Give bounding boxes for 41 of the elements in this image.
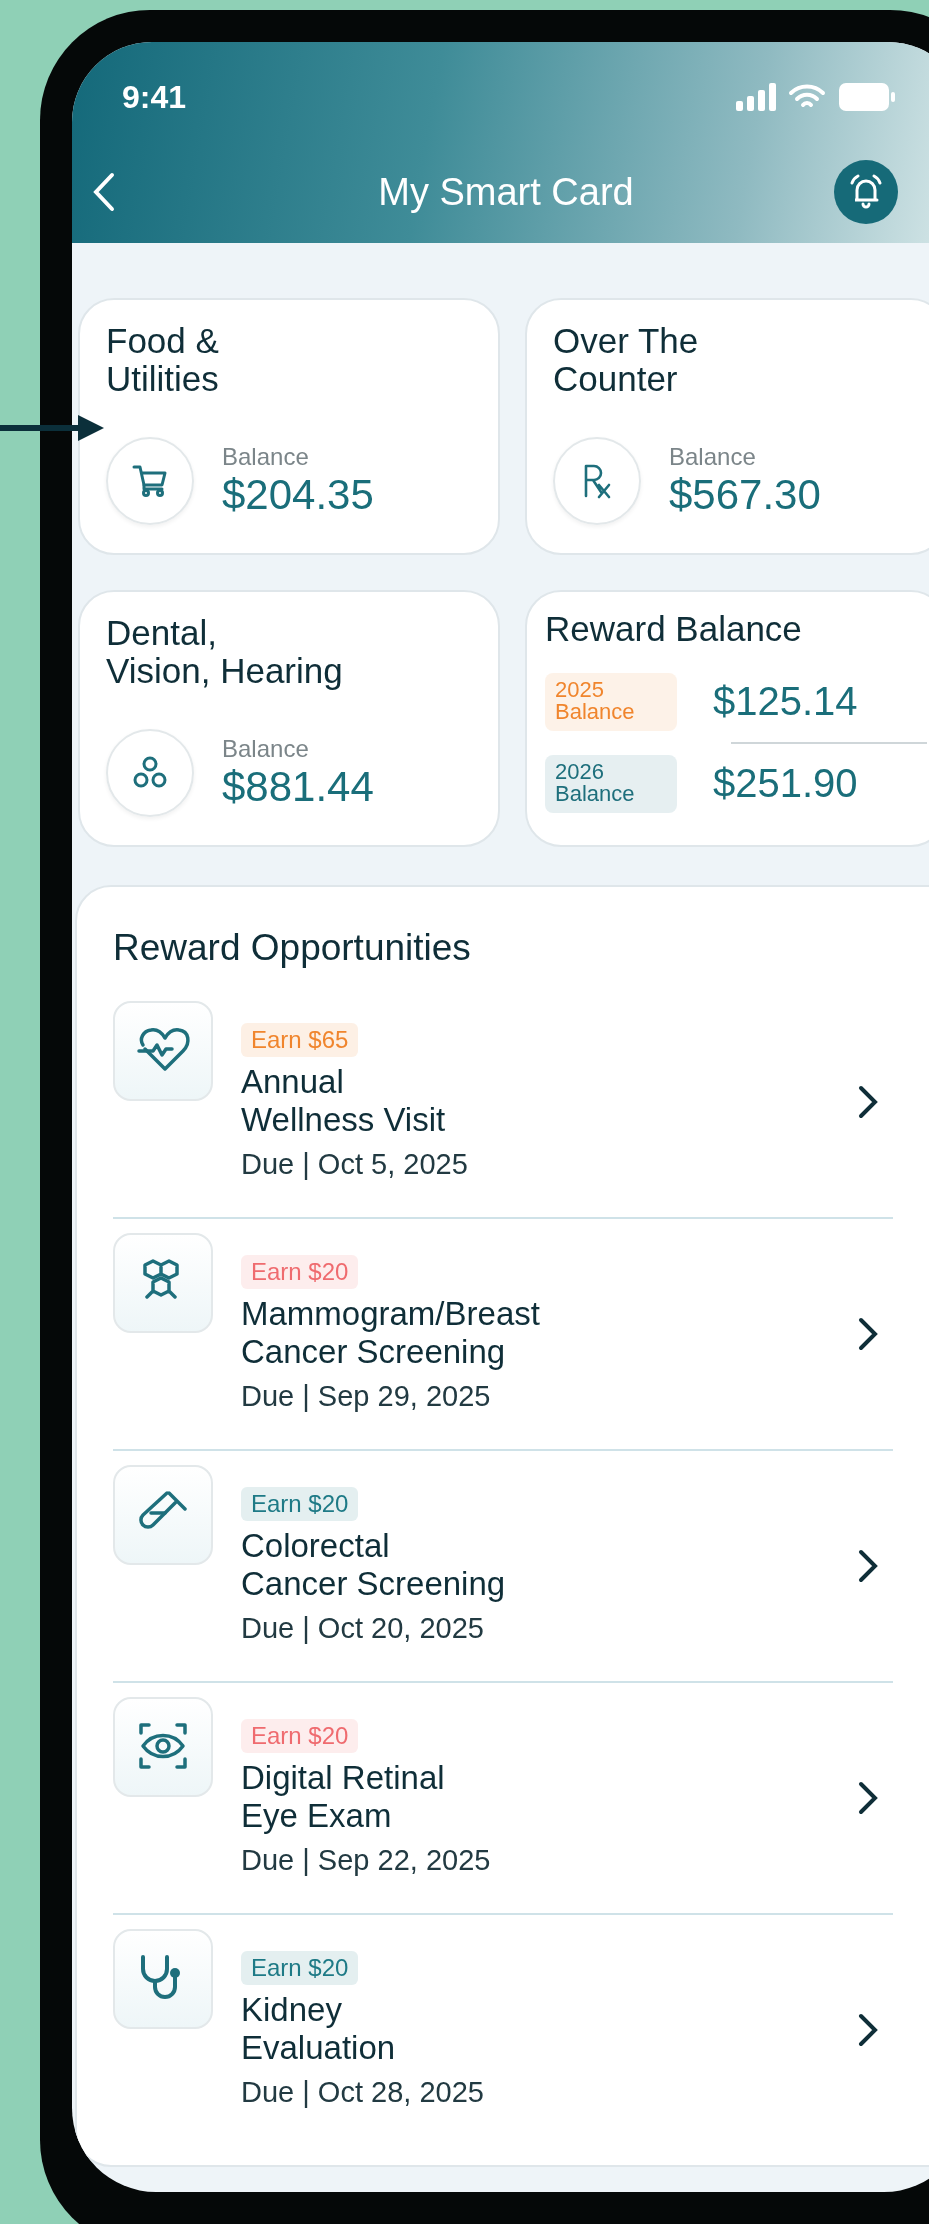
due-date: Due | Oct 20, 2025 [241,1612,484,1646]
due-date: Due | Oct 28, 2025 [241,2076,484,2110]
opportunity-title: Mammogram/Breast Cancer Screening [241,1294,540,1371]
opportunity-row[interactable]: Earn $20 Kidney Evaluation Due | Oct 28, 2025 [113,1915,893,2145]
balance-amount: $204.35 [222,471,374,519]
opportunity-title: Colorectal Cancer Screening [241,1526,506,1603]
earn-badge: Earn $20 [241,1950,359,1985]
reward-amount: $125.14 [713,679,858,725]
opportunity-title: Kidney Evaluation [241,1990,396,2067]
earn-badge: Earn $20 [241,1254,359,1289]
opportunity-row[interactable]: Earn $20 Mammogram/Breast Cancer Screening Due | Sep 29, 2025 [113,1219,893,1451]
opportunity-title: Digital Retinal Eye Exam [241,1758,445,1835]
section-title: Reward Opportunities [113,927,472,969]
year-tag: 2026 Balance [545,754,677,813]
card-title: Food & Utilities [106,322,220,398]
opportunity-row[interactable]: Earn $20 Digital Retinal Eye Exam Due | Sep 22, 2025 [113,1683,893,1915]
opportunity-row[interactable]: Earn $20 Colorectal Cancer Screening Due | Oct 20, 2025 [113,1451,893,1683]
balance-card[interactable]: Dental, Vision, Hearing Balance $881.44 [78,590,500,847]
balance-amount: $881.44 [222,763,374,811]
balance-amount: $567.30 [669,471,821,519]
card-title: Dental, Vision, Hearing [106,614,344,690]
due-date: Due | Sep 22, 2025 [241,1844,491,1878]
earn-badge: Earn $20 [241,1718,359,1753]
balance-card[interactable]: Over The Counter Balance $567.30 [525,298,929,555]
reward-amount: $251.90 [713,761,858,807]
opportunity-row[interactable]: Earn $65 Annual Wellness Visit Due | Oct 5, 2025 [113,987,893,1219]
card-title: Over The Counter [553,322,700,398]
year-tag: 2025 Balance [545,672,677,731]
status-time: 9:41 [122,78,187,116]
balance-label: Balance [669,443,757,471]
balance-label: Balance [222,443,310,471]
due-date: Due | Oct 5, 2025 [241,1148,468,1182]
balance-card[interactable]: Food & Utilities Balance $204.35 [78,298,500,555]
screen-title: My Smart Card [377,170,635,214]
due-date: Due | Sep 29, 2025 [241,1380,491,1414]
opportunity-title: Annual Wellness Visit [241,1062,446,1139]
card-title: Reward Balance [545,610,803,648]
earn-badge: Earn $65 [241,1022,359,1057]
earn-badge: Earn $20 [241,1486,359,1521]
reward-balance-card[interactable]: Reward Balance 2025 Balance $125.14 2026 Balance $251.90 [525,590,929,847]
balance-label: Balance [222,735,310,763]
